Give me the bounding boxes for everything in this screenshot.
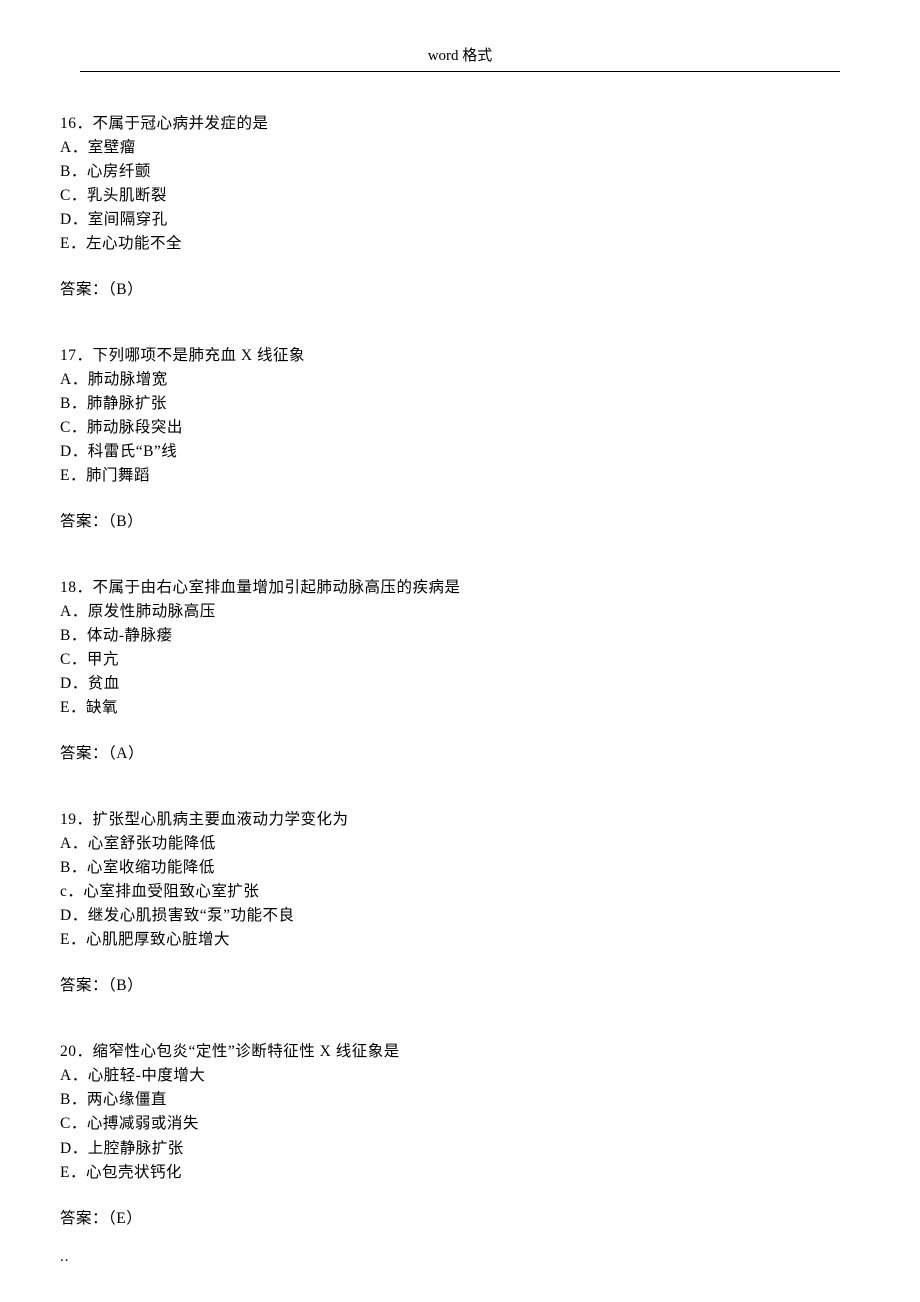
- question-block: 17．下列哪项不是肺充血 X 线征象 A．肺动脉增宽 B．肺静脉扩张 C．肺动脉…: [60, 344, 860, 534]
- question-text: 下列哪项不是肺充血 X 线征象: [93, 347, 305, 364]
- option: D．继发心肌损害致“泵”功能不良: [60, 904, 860, 928]
- option: E．心肌肥厚致心脏增大: [60, 928, 860, 952]
- question-text: 不属于冠心病并发症的是: [93, 115, 269, 132]
- question-number: 17．: [60, 347, 93, 364]
- question-block: 20．缩窄性心包炎“定性”诊断特征性 X 线征象是 A．心脏轻-中度增大 B．两…: [60, 1040, 860, 1230]
- option: D．上腔静脉扩张: [60, 1137, 860, 1161]
- option: B．体动-静脉瘘: [60, 624, 860, 648]
- answer-line: 答案：（B）: [60, 974, 860, 998]
- option: B．心室收缩功能降低: [60, 856, 860, 880]
- question-text: 缩窄性心包炎“定性”诊断特征性 X 线征象是: [93, 1043, 400, 1060]
- answer-line: 答案：（B）: [60, 278, 860, 302]
- page-footer: ..: [60, 1249, 70, 1266]
- option: C．乳头肌断裂: [60, 184, 860, 208]
- question-stem: 20．缩窄性心包炎“定性”诊断特征性 X 线征象是: [60, 1040, 860, 1064]
- content-area: 16．不属于冠心病并发症的是 A．室壁瘤 B．心房纤颤 C．乳头肌断裂 D．室间…: [0, 72, 920, 1231]
- option: D．室间隔穿孔: [60, 208, 860, 232]
- question-stem: 16．不属于冠心病并发症的是: [60, 112, 860, 136]
- question-stem: 19．扩张型心肌病主要血液动力学变化为: [60, 808, 860, 832]
- question-number: 19．: [60, 811, 93, 828]
- option: A．心脏轻-中度增大: [60, 1064, 860, 1088]
- option: E．肺门舞蹈: [60, 464, 860, 488]
- option: E．左心功能不全: [60, 232, 860, 256]
- option: C．甲亢: [60, 648, 860, 672]
- option: A．室壁瘤: [60, 136, 860, 160]
- option: A．原发性肺动脉高压: [60, 600, 860, 624]
- option: A．心室舒张功能降低: [60, 832, 860, 856]
- option: C．心搏减弱或消失: [60, 1112, 860, 1136]
- option: E．心包壳状钙化: [60, 1161, 860, 1185]
- question-number: 16．: [60, 115, 93, 132]
- question-text: 扩张型心肌病主要血液动力学变化为: [93, 811, 349, 828]
- question-block: 19．扩张型心肌病主要血液动力学变化为 A．心室舒张功能降低 B．心室收缩功能降…: [60, 808, 860, 998]
- question-text: 不属于由右心室排血量增加引起肺动脉高压的疾病是: [93, 579, 461, 596]
- option: B．两心缘僵直: [60, 1088, 860, 1112]
- option: E．缺氧: [60, 696, 860, 720]
- question-number: 18．: [60, 579, 93, 596]
- question-number: 20．: [60, 1043, 93, 1060]
- option: B．肺静脉扩张: [60, 392, 860, 416]
- answer-line: 答案：（E）: [60, 1207, 860, 1231]
- answer-line: 答案：（A）: [60, 742, 860, 766]
- option: B．心房纤颤: [60, 160, 860, 184]
- option: c．心室排血受阻致心室扩张: [60, 880, 860, 904]
- option: C．肺动脉段突出: [60, 416, 860, 440]
- question-stem: 17．下列哪项不是肺充血 X 线征象: [60, 344, 860, 368]
- answer-line: 答案：（B）: [60, 510, 860, 534]
- option: A．肺动脉增宽: [60, 368, 860, 392]
- question-stem: 18．不属于由右心室排血量增加引起肺动脉高压的疾病是: [60, 576, 860, 600]
- question-block: 18．不属于由右心室排血量增加引起肺动脉高压的疾病是 A．原发性肺动脉高压 B．…: [60, 576, 860, 766]
- question-block: 16．不属于冠心病并发症的是 A．室壁瘤 B．心房纤颤 C．乳头肌断裂 D．室间…: [60, 112, 860, 302]
- option: D．贫血: [60, 672, 860, 696]
- page-header: word 格式: [80, 0, 840, 72]
- option: D．科雷氏“B”线: [60, 440, 860, 464]
